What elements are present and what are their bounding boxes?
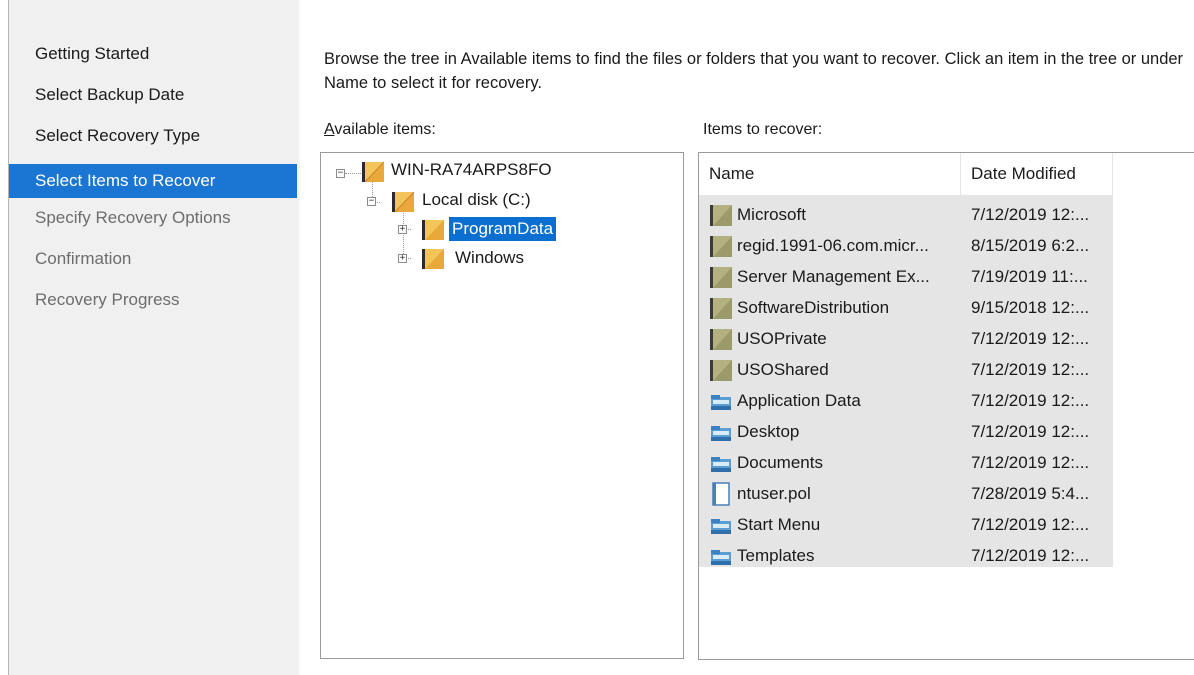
item-date-modified: 7/12/2019 12:... [971, 329, 1090, 348]
folder-icon [422, 220, 444, 240]
item-date-modified: 7/19/2019 11:... [971, 267, 1088, 286]
shortcut-folder-icon [709, 544, 733, 568]
folder-icon [709, 265, 733, 289]
step-select-backup-date[interactable]: Select Backup Date [9, 78, 297, 112]
tree-node-local-disk[interactable]: Local disk (C:) [419, 188, 534, 212]
step-specify-recovery-options: Specify Recovery Options [35, 208, 231, 227]
item-name: Application Data [737, 391, 861, 410]
shortcut-folder-icon [709, 389, 733, 413]
list-item[interactable]: Server Management Ex... 7/19/2019 11:... [699, 261, 1113, 292]
list-item[interactable]: Application Data 7/12/2019 12:... [699, 385, 1113, 416]
shortcut-folder-icon [709, 451, 733, 475]
item-date-modified: 7/12/2019 12:... [971, 515, 1090, 534]
item-date-modified: 8/15/2019 6:2... [971, 236, 1090, 255]
item-date-modified: 7/28/2019 5:4... [971, 484, 1090, 503]
root-collapse-toggle[interactable]: − [336, 169, 345, 178]
list-item[interactable]: USOPrivate 7/12/2019 12:... [699, 323, 1113, 354]
list-item[interactable]: Documents 7/12/2019 12:... [699, 447, 1113, 478]
sort-ascending-icon: ^ [823, 152, 830, 160]
column-header-date-modified[interactable]: Date Modified [961, 153, 1113, 195]
available-items-accelerator: A [324, 121, 335, 138]
shortcut-folder-icon [709, 513, 733, 537]
folder-icon [709, 296, 733, 320]
list-item[interactable]: USOShared 7/12/2019 12:... [699, 354, 1113, 385]
local-disk-icon [392, 191, 415, 213]
available-items-label: Available items: [324, 121, 436, 139]
tree-node-server[interactable]: WIN-RA74ARPS8FO [388, 158, 555, 182]
list-item[interactable]: ntuser.pol 7/28/2019 5:4... [699, 478, 1113, 509]
item-name: Server Management Ex... [737, 267, 930, 286]
items-to-recover-list[interactable]: Name ^ Date Modified Microsoft 7/12/2019 … [698, 152, 1194, 660]
folder-icon [709, 327, 733, 351]
list-item[interactable]: Templates 7/12/2019 12:... [699, 540, 1113, 571]
item-date-modified: 9/15/2018 12:... [971, 298, 1090, 317]
tree-node-programdata[interactable]: ProgramData [449, 217, 557, 241]
item-name: USOPrivate [737, 329, 827, 348]
windows-expand-toggle[interactable]: + [398, 254, 407, 263]
server-drive-icon [362, 161, 385, 183]
item-date-modified: 7/12/2019 12:... [971, 391, 1090, 410]
item-date-modified: 7/12/2019 12:... [971, 360, 1090, 379]
folder-icon [709, 358, 733, 382]
item-name: SoftwareDistribution [737, 298, 890, 317]
list-item[interactable]: Microsoft 7/12/2019 12:... [699, 199, 1113, 230]
item-date-modified: 7/12/2019 12:... [971, 453, 1090, 472]
wizard-step-pane: Getting Started Select Backup Date Selec… [9, 0, 298, 675]
disk-collapse-toggle[interactable]: − [367, 197, 376, 206]
list-item[interactable]: SoftwareDistribution 9/15/2018 12:... [699, 292, 1113, 323]
item-name: Desktop [737, 422, 800, 441]
available-items-tree[interactable]: − WIN-RA74ARPS8FO − Local disk (C:) + Pr… [320, 152, 684, 659]
list-item[interactable]: regid.1991-06.com.micr... 8/15/2019 6:2..… [699, 230, 1113, 261]
folder-icon [709, 203, 733, 227]
programdata-expand-toggle[interactable]: + [398, 225, 407, 234]
column-header-name[interactable]: Name ^ [699, 153, 961, 195]
item-name: USOShared [737, 360, 829, 379]
item-name: ntuser.pol [737, 484, 811, 503]
instructions-text: Browse the tree in Available items to fi… [324, 50, 1184, 92]
pane-separator [298, 0, 300, 675]
tree-node-windows[interactable]: Windows [452, 246, 527, 270]
item-date-modified: 7/12/2019 12:... [971, 546, 1090, 565]
folder-icon [422, 249, 444, 269]
file-icon [709, 482, 733, 506]
item-name: regid.1991-06.com.micr... [737, 236, 929, 255]
column-name-label: Name [709, 164, 755, 183]
item-name: Start Menu [737, 515, 821, 534]
available-items-label-text: vailable items: [334, 121, 436, 138]
step-recovery-progress: Recovery Progress [35, 290, 180, 309]
list-item[interactable]: Desktop 7/12/2019 12:... [699, 416, 1113, 447]
folder-icon [709, 234, 733, 258]
item-date-modified: 7/12/2019 12:... [971, 205, 1090, 224]
item-name: Documents [737, 453, 823, 472]
shortcut-folder-icon [709, 420, 733, 444]
step-confirmation: Confirmation [35, 249, 132, 268]
step-select-items-to-recover[interactable]: Select Items to Recover [9, 164, 297, 198]
list-item[interactable]: Start Menu 7/12/2019 12:... [699, 509, 1113, 540]
item-name: Templates [737, 546, 815, 565]
item-date-modified: 7/12/2019 12:... [971, 422, 1090, 441]
items-to-recover-label: Items to recover: [703, 121, 823, 138]
step-getting-started[interactable]: Getting Started [9, 37, 297, 71]
step-select-recovery-type[interactable]: Select Recovery Type [9, 119, 297, 153]
item-name: Microsoft [737, 205, 806, 224]
